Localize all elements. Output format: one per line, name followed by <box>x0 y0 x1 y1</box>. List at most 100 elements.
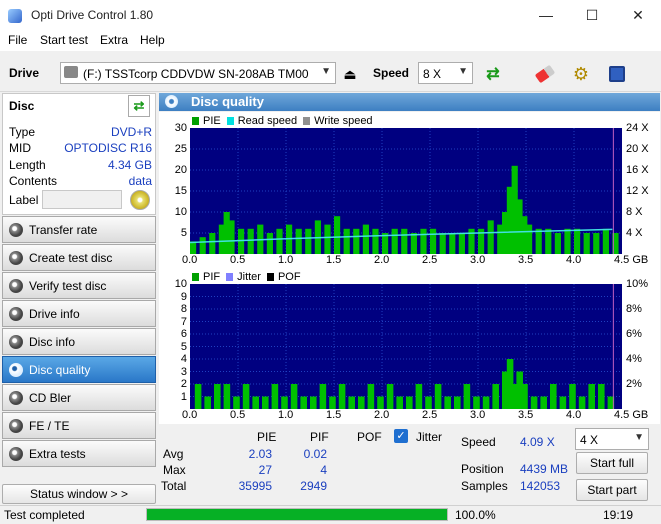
type-value: DVD+R <box>110 125 152 139</box>
disc-refresh-button[interactable]: ⇄ <box>128 95 150 117</box>
disc-icon <box>9 390 23 405</box>
samples-value: 142053 <box>520 479 561 493</box>
nav-cd-bler[interactable]: CD Bler <box>2 384 156 411</box>
chart1-bar <box>372 228 379 254</box>
col-pof-header: POF <box>357 430 382 444</box>
chart2-bar <box>338 384 346 409</box>
eject-icon: ⏏ <box>343 65 357 82</box>
status-window-button[interactable]: Status window > > <box>2 484 156 504</box>
speed-label: Speed <box>373 66 410 80</box>
chart1-y-right-tick-label: 12 X <box>626 185 649 197</box>
chevron-down-icon: ▼ <box>634 432 644 443</box>
refresh-speed-button[interactable]: ⇄ <box>480 61 506 87</box>
chart2-bar <box>598 384 605 409</box>
chart1-bar <box>401 228 408 254</box>
chart2-x-tick-label: 4.5 GB <box>614 409 649 421</box>
chart2-bar <box>492 384 499 409</box>
menu-start-test[interactable]: Start test <box>40 33 88 47</box>
minimize-button[interactable]: — <box>523 0 569 31</box>
chart2-bar <box>377 396 384 409</box>
refresh-icon: ⇄ <box>133 98 145 113</box>
save-button[interactable] <box>604 61 630 87</box>
chart2-legend-label: POF <box>277 271 301 283</box>
chart1-y-right-axis: 24 X 20 X 16 X 12 X 8 X 4 X <box>624 122 660 254</box>
chart2-bar <box>348 396 355 409</box>
drive-select[interactable]: (F:) TSSTcorp CDDVDW SN-208AB TM00 ▼ <box>60 62 336 84</box>
chart2-y-right-tick-label: 2% <box>626 378 642 390</box>
chart2-bar <box>281 396 288 409</box>
chart1 <box>189 128 622 254</box>
start-part-button[interactable]: Start part <box>576 479 648 501</box>
nav-create-test-disc[interactable]: Create test disc <box>2 244 156 271</box>
chart1-bar <box>391 228 398 254</box>
chart1-y-left-tick-label: 5 <box>180 227 187 239</box>
eject-button[interactable]: ⏏ <box>337 61 363 87</box>
chart1-bar <box>420 228 427 254</box>
chart1-y-right-tick-label: 8 X <box>626 206 643 218</box>
progress-fill <box>147 509 447 520</box>
chart1-y-right-tick-label: 4 X <box>626 227 643 239</box>
contents-label: Contents <box>9 174 58 188</box>
chart2-bar <box>367 384 375 409</box>
nav-fe-te[interactable]: FE / TE <box>2 412 156 439</box>
label-input[interactable] <box>42 190 122 209</box>
close-button[interactable]: ✕ <box>615 0 661 31</box>
mid-label: MID <box>9 141 31 155</box>
progress-bar <box>146 508 448 521</box>
nav-disc-info[interactable]: Disc info <box>2 328 156 355</box>
maximize-button[interactable]: ☐ <box>569 0 615 31</box>
test-speed-value: 4 X <box>580 433 599 447</box>
app-icon <box>8 9 22 23</box>
avg-pie: 2.03 <box>248 447 272 461</box>
speed-select-value: 8 X <box>423 67 442 81</box>
chart2-bar <box>415 384 423 409</box>
chart2-y-left-tick-label: 7 <box>180 315 187 328</box>
chart1-y-right-tick-label: 24 X <box>626 122 649 134</box>
chart1-bar <box>190 241 197 254</box>
chart2-x-tick-label: 2.5 <box>422 409 438 421</box>
label-apply-button[interactable] <box>130 190 150 210</box>
nav-disc-quality[interactable]: Disc quality <box>2 356 156 383</box>
chart1-bar <box>266 233 273 254</box>
settings-button[interactable]: ⚙ <box>568 61 594 87</box>
nav-verify-test-disc[interactable]: Verify test disc <box>2 272 156 299</box>
col-pie-header: PIE <box>257 430 277 444</box>
menu-file[interactable]: File <box>8 33 27 47</box>
disc-icon <box>9 446 23 461</box>
chart2-bar <box>550 384 557 409</box>
speed-select[interactable]: 8 X ▼ <box>418 62 473 84</box>
chart2-legend: PIF Jitter POF <box>192 271 303 283</box>
chart1-y-left-tick-label: 25 <box>174 143 187 155</box>
chart2-bar <box>530 396 538 409</box>
nav-extra-tests[interactable]: Extra tests <box>2 440 156 467</box>
chart2-bar <box>444 396 451 409</box>
disc-icon <box>9 222 23 237</box>
chart2-bar <box>271 384 279 409</box>
nav-transfer-rate[interactable]: Transfer rate <box>2 216 156 243</box>
chart1-bar <box>353 228 360 254</box>
start-full-button[interactable]: Start full <box>576 452 648 474</box>
panel-title: Disc quality <box>191 94 264 109</box>
menu-extra[interactable]: Extra <box>100 33 128 47</box>
chart1-bar <box>526 224 533 254</box>
chart1-y-left-tick-label: 30 <box>174 122 187 134</box>
progress-text: 100.0% <box>455 508 496 522</box>
menu-help[interactable]: Help <box>140 33 165 47</box>
nav-drive-info[interactable]: Drive info <box>2 300 156 327</box>
nav-label: Drive info <box>29 306 80 321</box>
max-pif: 4 <box>320 463 327 477</box>
jitter-checkbox[interactable]: ✓ <box>394 429 408 443</box>
chart1-bar <box>209 233 216 254</box>
type-label: Type <box>9 125 36 139</box>
nav-label: Disc quality <box>29 362 91 377</box>
erase-button[interactable] <box>532 61 558 87</box>
chart1-bar <box>574 228 581 254</box>
chart1-legend-label: Read speed <box>237 115 298 127</box>
chart1-legend: PIE Read speed Write speed <box>192 115 375 127</box>
test-speed-select[interactable]: 4 X ▼ <box>575 428 649 450</box>
disc-icon <box>9 250 23 265</box>
chart2-bar <box>319 384 327 409</box>
chart1-bar <box>305 228 312 254</box>
chart2-bar <box>425 396 432 409</box>
chart1-x-tick-label: 1.0 <box>278 254 294 266</box>
